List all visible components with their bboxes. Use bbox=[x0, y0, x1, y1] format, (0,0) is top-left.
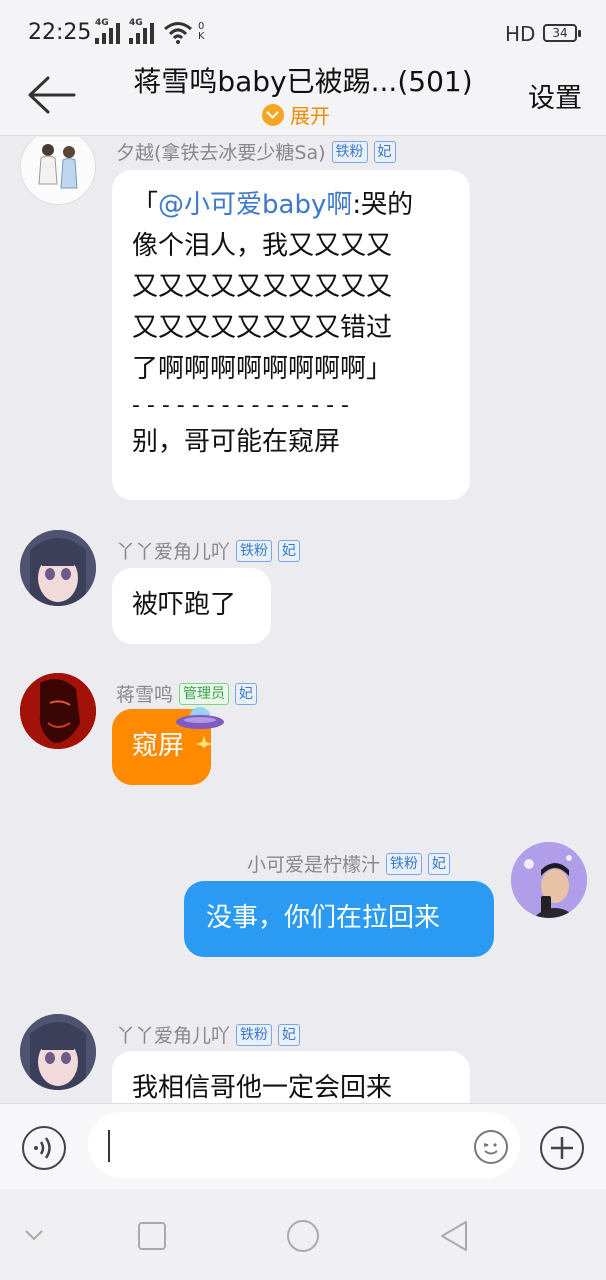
sender-name: 小可爱是柠檬汁 bbox=[247, 854, 381, 876]
wifi-icon bbox=[164, 22, 192, 44]
message-header: 小可爱是柠檬汁 铁粉 妃 bbox=[247, 850, 451, 877]
message-bubble[interactable]: 「@小可爱baby啊:哭的 像个泪人，我又又又又 又又又又又又又又又又 又又又又… bbox=[112, 170, 470, 500]
message-line: 像个泪人，我又又又又 bbox=[132, 231, 393, 261]
sender-name: 丫丫爱角儿吖 bbox=[116, 1025, 231, 1047]
signal-icon-2 bbox=[129, 22, 154, 44]
message-text: 我相信哥他一定会回来 bbox=[132, 1073, 393, 1103]
back-arrow-icon[interactable] bbox=[22, 72, 80, 118]
group-title: 蒋雪鸣baby已被踢...(501) bbox=[133, 65, 473, 98]
ufo-sticker-icon bbox=[176, 707, 224, 748]
message-line: 又又又又又又又又又又 bbox=[132, 272, 393, 302]
fan-badge: 铁粉 bbox=[386, 852, 423, 875]
input-bar bbox=[0, 1103, 606, 1189]
nav-collapse-icon[interactable] bbox=[22, 1225, 46, 1245]
text-cursor bbox=[108, 1130, 110, 1162]
message-divider: - - - - - - - - - - - - - - - bbox=[132, 393, 349, 418]
fan-badge: 铁粉 bbox=[236, 1023, 273, 1046]
system-nav-bar bbox=[0, 1189, 606, 1280]
message-input[interactable] bbox=[88, 1112, 520, 1178]
chevron-down-icon bbox=[262, 103, 284, 126]
sender-name: 蒋雪鸣 bbox=[116, 684, 174, 706]
avatar[interactable] bbox=[20, 1014, 96, 1090]
avatar[interactable] bbox=[20, 530, 96, 606]
rank-badge: 妃 bbox=[278, 539, 301, 562]
message-header: 夕越(拿铁去冰要少糖Sa) 铁粉 妃 bbox=[116, 138, 396, 165]
rank-badge: 妃 bbox=[235, 682, 258, 705]
message-line: 别，哥可能在窥屏 bbox=[132, 427, 341, 457]
plus-icon[interactable] bbox=[540, 1126, 584, 1170]
status-time: 22:25 bbox=[28, 20, 92, 45]
fan-badge: 铁粉 bbox=[331, 140, 368, 163]
message-bubble[interactable]: 我相信哥他一定会回来 bbox=[112, 1051, 470, 1103]
rank-badge: 妃 bbox=[373, 140, 396, 163]
hd-indicator: HD bbox=[505, 22, 536, 46]
settings-button[interactable]: 设置 bbox=[528, 76, 582, 115]
message-line: 了啊啊啊啊啊啊啊啊」 bbox=[132, 354, 393, 384]
signal-icon-1 bbox=[95, 22, 120, 44]
message-line: 又又又又又又又又错过 bbox=[132, 313, 393, 343]
message-bubble[interactable]: 被吓跑了 bbox=[112, 568, 271, 644]
emoji-icon[interactable] bbox=[474, 1130, 508, 1164]
avatar[interactable] bbox=[511, 842, 587, 918]
rank-badge: 妃 bbox=[428, 852, 451, 875]
mention-link[interactable]: @小可爱baby啊 bbox=[158, 190, 352, 220]
avatar[interactable] bbox=[20, 137, 96, 205]
nav-home-icon[interactable] bbox=[286, 1219, 320, 1253]
expand-label: 展开 bbox=[290, 104, 330, 128]
message-text: 被吓跑了 bbox=[132, 590, 237, 620]
sender-name: 丫丫爱角儿吖 bbox=[116, 541, 231, 563]
data-speed: 0 K bbox=[198, 21, 205, 42]
expand-button[interactable]: 展开 bbox=[262, 100, 330, 129]
fan-badge: 铁粉 bbox=[236, 539, 273, 562]
voice-icon[interactable] bbox=[22, 1126, 66, 1170]
sender-name: 夕越(拿铁去冰要少糖Sa) bbox=[116, 142, 326, 164]
status-bar: 22:25 4G 4G 0 K HD 34 bbox=[0, 0, 606, 64]
message-line: 「@小可爱baby啊:哭的 bbox=[132, 190, 414, 220]
nav-back-icon[interactable] bbox=[438, 1219, 470, 1253]
message-header: 丫丫爱角儿吖 铁粉 妃 bbox=[116, 1021, 301, 1048]
nav-recents-icon[interactable] bbox=[137, 1221, 167, 1251]
message-header: 丫丫爱角儿吖 铁粉 妃 bbox=[116, 537, 301, 564]
chat-header: 蒋雪鸣baby已被踢...(501) 展开 设置 bbox=[0, 64, 606, 136]
battery-icon: 34 bbox=[543, 24, 581, 42]
avatar[interactable] bbox=[20, 673, 96, 749]
message-text: 没事，你们在拉回来 bbox=[206, 903, 441, 933]
message-bubble[interactable]: 没事，你们在拉回来 bbox=[184, 881, 494, 957]
message-list: 夕越(拿铁去冰要少糖Sa) 铁粉 妃 「@小可爱baby啊:哭的 像个泪人，我又… bbox=[0, 137, 606, 1103]
rank-badge: 妃 bbox=[278, 1023, 301, 1046]
